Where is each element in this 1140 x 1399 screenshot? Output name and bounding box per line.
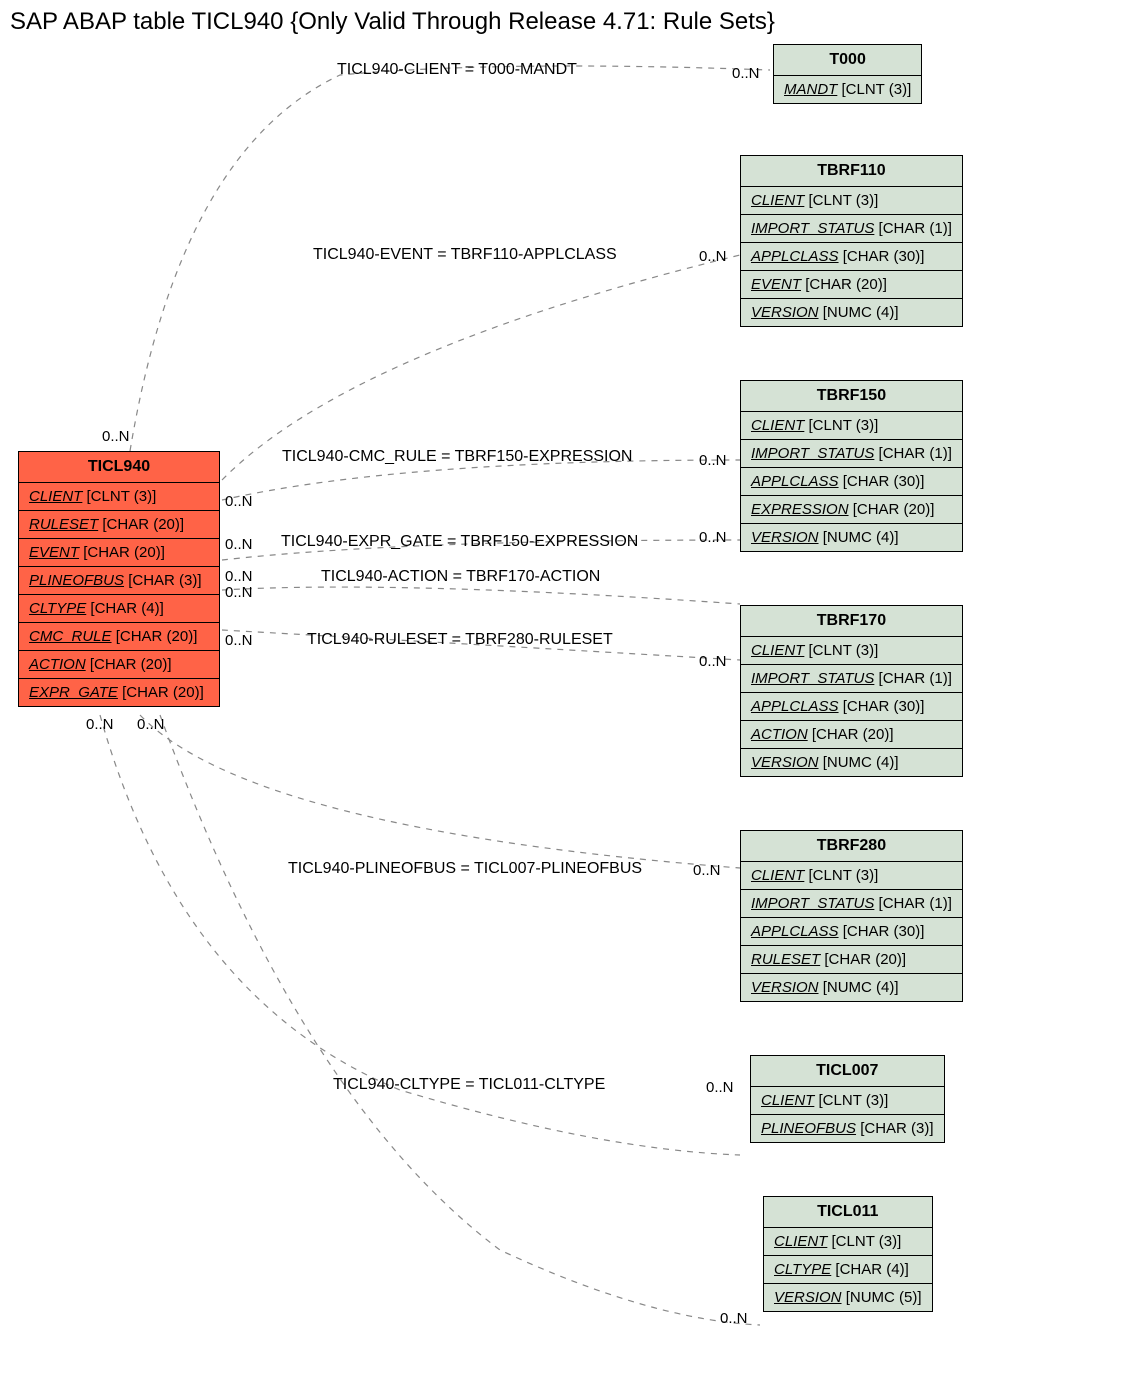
cardinality: 0..N: [225, 584, 253, 601]
related-table-tbrf280: TBRF280 CLIENT [CLNT (3)] IMPORT_STATUS …: [740, 830, 963, 1002]
table-header: TBRF280: [741, 831, 962, 862]
table-row: IMPORT_STATUS [CHAR (1)]: [741, 890, 962, 918]
table-header: TBRF170: [741, 606, 962, 637]
related-table-t000: T000 MANDT [CLNT (3)]: [773, 44, 922, 104]
edge-label: TICL940-PLINEOFBUS = TICL007-PLINEOFBUS: [288, 860, 642, 878]
table-row: VERSION [NUMC (4)]: [741, 299, 962, 326]
cardinality: 0..N: [86, 716, 114, 733]
table-row: ACTION [CHAR (20)]: [741, 721, 962, 749]
table-header: TICL011: [764, 1197, 932, 1228]
cardinality: 0..N: [732, 65, 760, 82]
table-header: T000: [774, 45, 921, 76]
table-row: IMPORT_STATUS [CHAR (1)]: [741, 215, 962, 243]
table-row: VERSION [NUMC (4)]: [741, 524, 962, 551]
cardinality: 0..N: [137, 716, 165, 733]
table-row: CMC_RULE [CHAR (20)]: [19, 623, 219, 651]
edge-label: TICL940-CLTYPE = TICL011-CLTYPE: [333, 1076, 605, 1094]
cardinality: 0..N: [225, 536, 253, 553]
table-row: EVENT [CHAR (20)]: [741, 271, 962, 299]
related-table-ticl011: TICL011 CLIENT [CLNT (3)] CLTYPE [CHAR (…: [763, 1196, 933, 1312]
table-row: CLIENT [CLNT (3)]: [751, 1087, 944, 1115]
table-row: CLTYPE [CHAR (4)]: [19, 595, 219, 623]
table-header: TBRF150: [741, 381, 962, 412]
table-row: IMPORT_STATUS [CHAR (1)]: [741, 440, 962, 468]
cardinality: 0..N: [102, 428, 130, 445]
table-row: PLINEOFBUS [CHAR (3)]: [751, 1115, 944, 1142]
table-row: CLIENT [CLNT (3)]: [741, 187, 962, 215]
table-row: VERSION [NUMC (4)]: [741, 974, 962, 1001]
table-row: MANDT [CLNT (3)]: [774, 76, 921, 103]
cardinality: 0..N: [699, 248, 727, 265]
table-row: CLIENT [CLNT (3)]: [741, 412, 962, 440]
table-row: RULESET [CHAR (20)]: [741, 946, 962, 974]
main-table-ticl940: TICL940 CLIENT [CLNT (3)] RULESET [CHAR …: [18, 451, 220, 707]
cardinality: 0..N: [706, 1079, 734, 1096]
table-row: EXPRESSION [CHAR (20)]: [741, 496, 962, 524]
related-table-tbrf110: TBRF110 CLIENT [CLNT (3)] IMPORT_STATUS …: [740, 155, 963, 327]
cardinality: 0..N: [225, 568, 253, 585]
table-row: PLINEOFBUS [CHAR (3)]: [19, 567, 219, 595]
edge-label: TICL940-ACTION = TBRF170-ACTION: [321, 568, 600, 586]
table-row: CLIENT [CLNT (3)]: [741, 637, 962, 665]
cardinality: 0..N: [699, 529, 727, 546]
table-row: APPLCLASS [CHAR (30)]: [741, 468, 962, 496]
table-row: CLIENT [CLNT (3)]: [741, 862, 962, 890]
cardinality: 0..N: [720, 1310, 748, 1327]
table-header: TICL940: [19, 452, 219, 483]
edge-label: TICL940-CLIENT = T000-MANDT: [337, 61, 577, 79]
cardinality: 0..N: [693, 862, 721, 879]
table-row: EVENT [CHAR (20)]: [19, 539, 219, 567]
related-table-tbrf150: TBRF150 CLIENT [CLNT (3)] IMPORT_STATUS …: [740, 380, 963, 552]
table-row: CLTYPE [CHAR (4)]: [764, 1256, 932, 1284]
edge-label: TICL940-EVENT = TBRF110-APPLCLASS: [313, 246, 617, 264]
table-row: APPLCLASS [CHAR (30)]: [741, 243, 962, 271]
edge-label: TICL940-EXPR_GATE = TBRF150-EXPRESSION: [281, 533, 638, 551]
cardinality: 0..N: [699, 452, 727, 469]
table-row: RULESET [CHAR (20)]: [19, 511, 219, 539]
table-row: APPLCLASS [CHAR (30)]: [741, 918, 962, 946]
table-header: TICL007: [751, 1056, 944, 1087]
table-row: ACTION [CHAR (20)]: [19, 651, 219, 679]
table-row: VERSION [NUMC (5)]: [764, 1284, 932, 1311]
table-row: APPLCLASS [CHAR (30)]: [741, 693, 962, 721]
table-row: VERSION [NUMC (4)]: [741, 749, 962, 776]
table-row: CLIENT [CLNT (3)]: [19, 483, 219, 511]
cardinality: 0..N: [225, 493, 253, 510]
edge-label: TICL940-CMC_RULE = TBRF150-EXPRESSION: [282, 448, 632, 466]
table-row: CLIENT [CLNT (3)]: [764, 1228, 932, 1256]
related-table-tbrf170: TBRF170 CLIENT [CLNT (3)] IMPORT_STATUS …: [740, 605, 963, 777]
cardinality: 0..N: [699, 653, 727, 670]
table-row: IMPORT_STATUS [CHAR (1)]: [741, 665, 962, 693]
edge-label: TICL940-RULESET = TBRF280-RULESET: [307, 631, 613, 649]
diagram-title: SAP ABAP table TICL940 {Only Valid Throu…: [10, 8, 775, 36]
table-header: TBRF110: [741, 156, 962, 187]
table-row: EXPR_GATE [CHAR (20)]: [19, 679, 219, 706]
cardinality: 0..N: [225, 632, 253, 649]
related-table-ticl007: TICL007 CLIENT [CLNT (3)] PLINEOFBUS [CH…: [750, 1055, 945, 1143]
